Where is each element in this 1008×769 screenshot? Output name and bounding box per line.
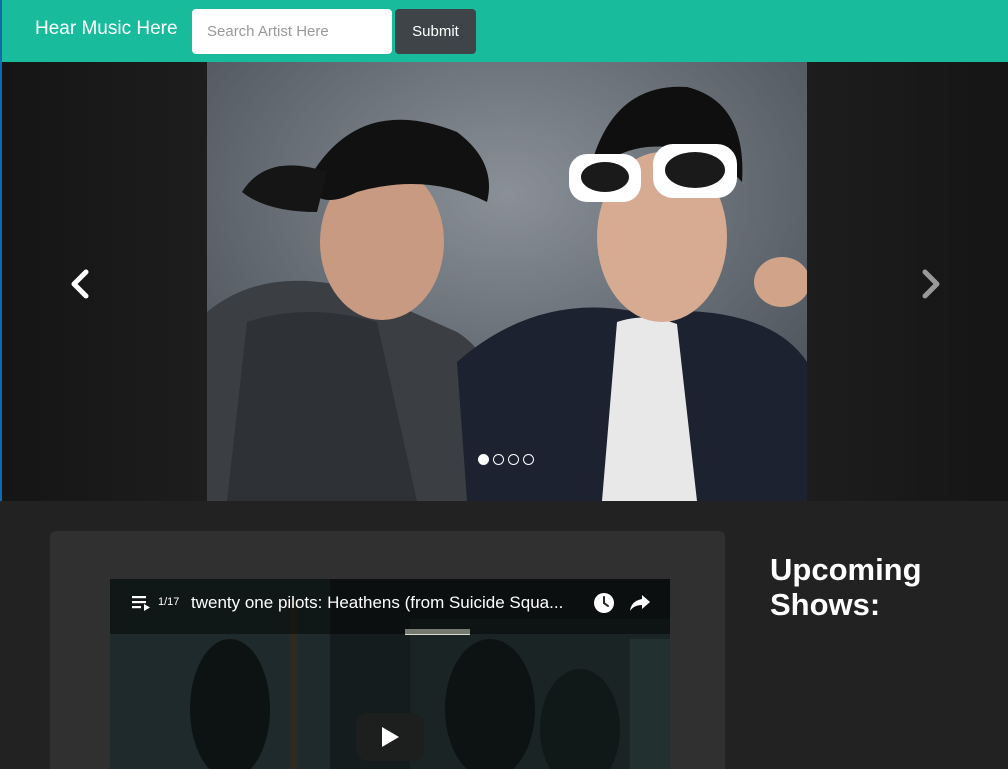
- upcoming-shows-heading: Upcoming Shows:: [770, 552, 922, 622]
- submit-button[interactable]: Submit: [395, 9, 476, 54]
- playlist-position: 1/17: [158, 596, 180, 608]
- carousel-indicator[interactable]: [508, 454, 519, 465]
- carousel-next-button[interactable]: [911, 262, 951, 306]
- play-button[interactable]: [356, 713, 424, 761]
- video-title[interactable]: twenty one pilots: Heathens (from Suicid…: [191, 593, 563, 613]
- carousel-indicator[interactable]: [478, 454, 489, 465]
- carousel-prev-button[interactable]: [60, 262, 100, 306]
- navbar: Hear Music Here Submit: [0, 0, 1008, 62]
- chevron-right-icon: [922, 269, 940, 299]
- brand-link[interactable]: Hear Music Here: [35, 18, 178, 40]
- search-artist-input[interactable]: [192, 9, 392, 54]
- video-panel: 1/17 twenty one pilots: Heathens (from S…: [50, 531, 725, 769]
- carousel-indicators: [478, 454, 534, 465]
- play-icon: [382, 727, 399, 747]
- carousel-indicator[interactable]: [523, 454, 534, 465]
- playlist-icon[interactable]: [132, 595, 152, 616]
- watch-later-icon[interactable]: [593, 592, 615, 619]
- share-icon[interactable]: [628, 593, 652, 618]
- chevron-left-icon: [71, 269, 89, 299]
- youtube-video-embed[interactable]: 1/17 twenty one pilots: Heathens (from S…: [110, 579, 670, 769]
- artist-carousel: [0, 62, 1008, 501]
- carousel-slide-image: [207, 62, 807, 501]
- artist-photo: [207, 62, 807, 501]
- carousel-indicator[interactable]: [493, 454, 504, 465]
